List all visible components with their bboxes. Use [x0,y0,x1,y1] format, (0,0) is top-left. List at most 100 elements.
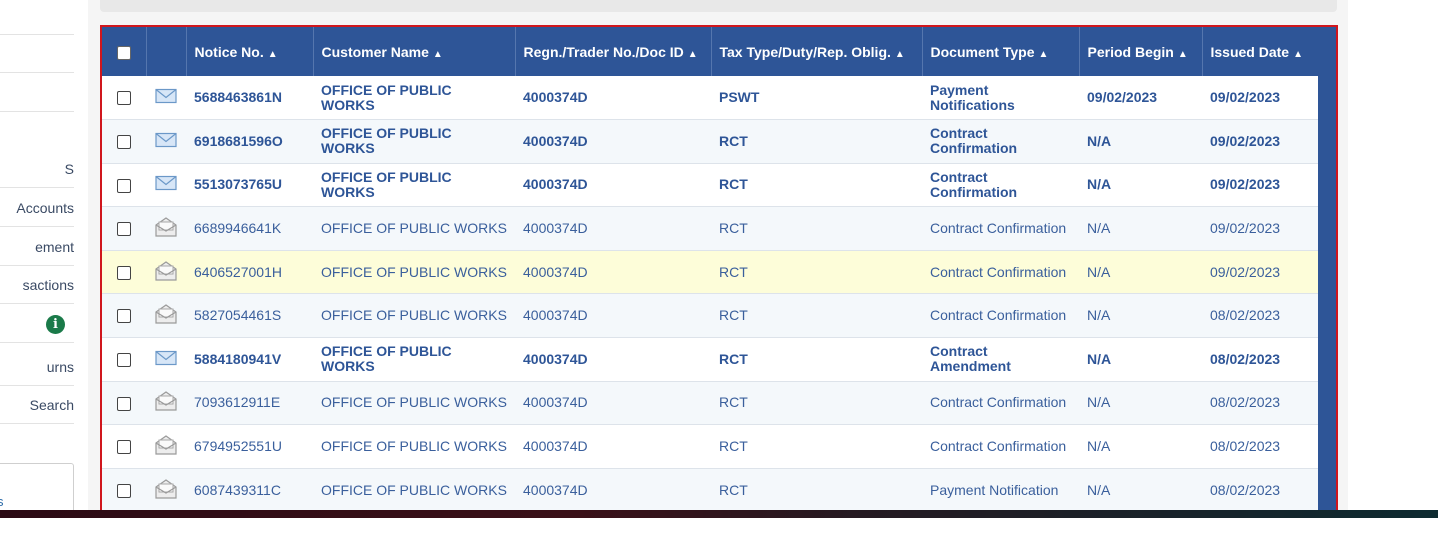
row-checkbox[interactable] [117,91,131,106]
table-row[interactable]: 5884180941V OFFICE OF PUBLIC WORKS 4000374… [102,337,1320,382]
envelope-open-icon[interactable] [155,304,177,327]
info-icon[interactable]: i [46,315,65,334]
message-status-cell [146,76,186,121]
row-checkbox[interactable] [117,265,131,280]
sort-icon[interactable]: ▲︎ [1178,49,1188,60]
regn-cell: 4000374D [515,163,711,208]
notice-number-cell[interactable]: 5884180941V [186,337,313,382]
column-header-label: Notice No. [194,43,264,60]
issued-date-cell: 08/02/2023 [1202,293,1320,339]
document-type-cell: Contract Confirmation [922,293,1079,339]
row-checkbox[interactable] [117,353,131,367]
envelope-open-icon[interactable] [155,260,177,284]
sidebar-item[interactable] [0,74,74,112]
row-checkbox-cell [102,163,146,208]
envelope-closed-icon[interactable] [155,350,177,369]
row-checkbox[interactable] [117,440,131,455]
notice-number-cell[interactable]: 6087439311C [186,468,313,513]
period-begin-cell: N/A [1079,250,1202,295]
table-row[interactable]: 7093612911E OFFICE OF PUBLIC WORKS 4000374… [102,381,1320,426]
row-checkbox[interactable] [117,135,131,150]
sidebar-item[interactable] [0,0,74,35]
table-row[interactable]: 6087439311C OFFICE OF PUBLIC WORKS 4000374… [102,468,1320,513]
message-status-cell [146,381,186,426]
column-header-period-begin[interactable]: Period Begin ▲︎ [1079,27,1203,76]
issued-date-cell: 08/02/2023 [1202,381,1320,426]
column-header-notice-no[interactable]: Notice No. ▲︎ [186,27,314,76]
sidebar-item-returns[interactable]: urns [0,348,74,386]
tax-type-cell: PSWT [711,76,922,121]
table-row[interactable]: 5513073765U OFFICE OF PUBLIC WORKS 4000374… [102,163,1320,208]
envelope-open-icon[interactable] [155,217,177,240]
envelope-closed-icon[interactable] [155,176,177,194]
column-header-issued-date[interactable]: Issued Date ▲︎ [1202,27,1321,76]
notice-number-cell[interactable]: 6918681596O [186,119,313,164]
table-row[interactable]: 5827054461S OFFICE OF PUBLIC WORKS 4000374… [102,293,1320,339]
issued-date-cell: 09/02/2023 [1202,250,1320,295]
select-all-checkbox[interactable] [116,45,131,60]
period-begin-cell: N/A [1079,468,1202,513]
table-row[interactable]: 6689946641K OFFICE OF PUBLIC WORKS 4000374… [102,206,1320,251]
sidebar-item-label: urns [46,359,74,375]
row-checkbox-cell [102,250,146,295]
issued-date-cell: 09/02/2023 [1202,76,1320,121]
table-header-row: Notice No. ▲︎ Customer Name ▲︎ Regn./Trade… [102,27,1321,76]
document-type-cell: Contract Confirmation [922,424,1079,469]
sidebar-item-management[interactable]: ement [0,228,74,266]
sidebar-item-transactions[interactable]: sactions [0,266,74,304]
sidebar-box-link[interactable]: s [0,494,4,509]
message-status-cell [146,163,186,208]
customer-name-cell: OFFICE OF PUBLIC WORKS [313,163,515,208]
document-type-cell: Contract Confirmation [922,206,1079,251]
sort-icon[interactable]: ▲︎ [433,49,443,60]
column-header-label: Customer Name [321,43,429,60]
table-row[interactable]: 6794952551U OFFICE OF PUBLIC WORKS 4000374… [102,424,1320,469]
sort-icon[interactable]: ▲︎ [268,49,278,60]
row-checkbox[interactable] [117,483,131,498]
column-header-label: Issued Date [1210,43,1290,60]
regn-cell: 4000374D [515,293,711,339]
column-header-tax-type[interactable]: Tax Type/Duty/Rep. Oblig. ▲︎ [711,27,923,76]
period-begin-cell: N/A [1079,293,1202,339]
sort-icon[interactable]: ▲︎ [1293,49,1303,60]
issued-date-cell: 08/02/2023 [1202,337,1320,382]
notice-number-cell[interactable]: 6689946641K [186,206,313,251]
row-checkbox[interactable] [117,396,131,411]
notice-number-cell[interactable]: 5513073765U [186,163,313,208]
tax-type-cell: RCT [711,424,922,469]
sidebar-item-label: sactions [22,277,74,293]
table-row[interactable]: 6918681596O OFFICE OF PUBLIC WORKS 4000374… [102,119,1320,164]
column-header-regn[interactable]: Regn./Trader No./Doc ID ▲︎ [515,27,712,76]
period-begin-cell: N/A [1079,206,1202,251]
envelope-closed-icon[interactable] [155,88,177,107]
customer-name-cell: OFFICE OF PUBLIC WORKS [313,424,515,469]
message-status-cell [146,250,186,295]
sidebar-item[interactable]: S [0,150,74,188]
row-checkbox[interactable] [117,309,131,324]
notice-number-cell[interactable]: 5827054461S [186,293,313,339]
sidebar-item-search[interactable]: Search [0,386,74,424]
notice-number-cell[interactable]: 6406527001H [186,250,313,295]
document-type-cell: Contract Confirmation [922,119,1079,164]
notice-number-cell[interactable]: 6794952551U [186,424,313,469]
column-header-document-type[interactable]: Document Type ▲︎ [922,27,1080,76]
sidebar-item[interactable] [0,35,74,73]
table-row[interactable]: 6406527001H OFFICE OF PUBLIC WORKS 4000374… [102,250,1320,295]
envelope-open-icon[interactable] [155,391,177,414]
notice-number-cell[interactable]: 5688463861N [186,76,313,121]
notice-number-cell[interactable]: 7093612911E [186,381,313,426]
message-status-cell [146,337,186,382]
column-header-customer-name[interactable]: Customer Name ▲︎ [313,27,516,76]
sidebar-item-accounts[interactable]: Accounts [0,189,74,227]
tax-type-cell: RCT [711,119,922,164]
envelope-closed-icon[interactable] [155,132,177,151]
row-checkbox-cell [102,468,146,513]
envelope-open-icon[interactable] [155,435,177,458]
sort-icon[interactable]: ▲︎ [688,49,698,60]
sort-icon[interactable]: ▲︎ [1038,49,1048,60]
envelope-open-icon[interactable] [155,478,177,502]
row-checkbox[interactable] [117,178,131,193]
row-checkbox[interactable] [117,222,131,237]
table-row[interactable]: 5688463861N OFFICE OF PUBLIC WORKS 4000374… [102,76,1320,121]
sort-icon[interactable]: ▲︎ [895,49,905,60]
